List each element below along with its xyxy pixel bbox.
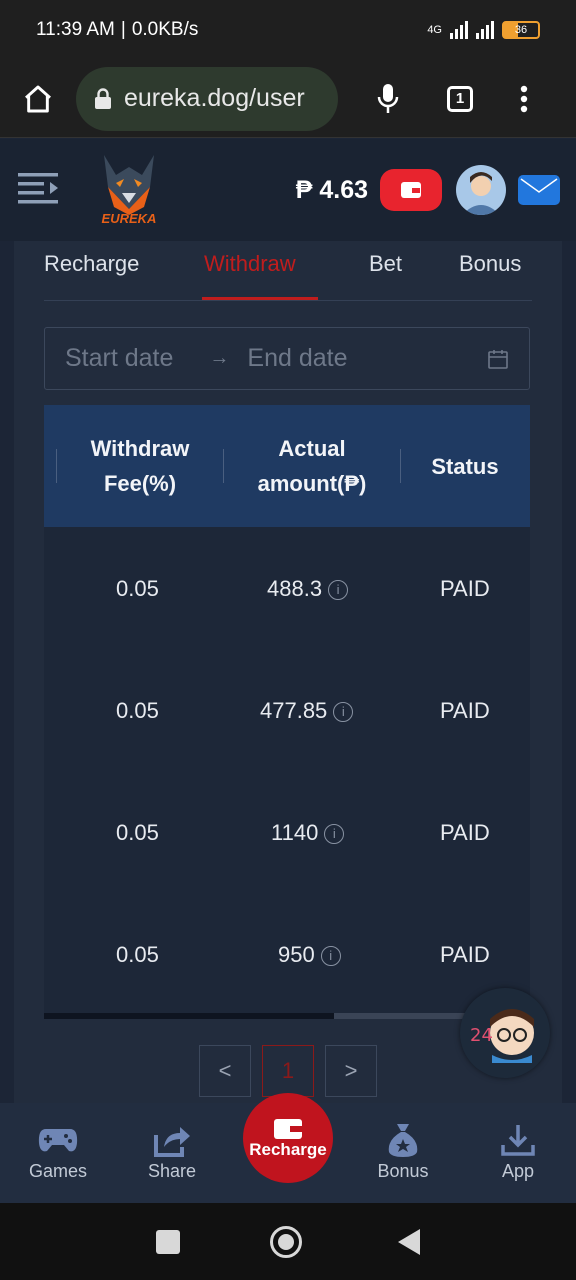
brand-logo[interactable]: EUREKA — [94, 147, 164, 233]
status-time: 11:39 AM — [36, 19, 115, 40]
scrollbar-thumb[interactable] — [44, 1013, 334, 1019]
header-actual-amount: Actual amount(₱) — [257, 436, 367, 496]
end-date-input[interactable]: End date — [247, 344, 347, 373]
cell-status: PAID — [440, 942, 490, 967]
info-icon[interactable]: i — [320, 946, 341, 966]
menu-icon[interactable] — [16, 170, 64, 210]
date-range-picker[interactable]: Start date → End date — [44, 327, 530, 390]
table-row: 0.05 1140 i PAID — [44, 771, 530, 893]
home-icon[interactable] — [18, 79, 58, 119]
start-date-input[interactable]: Start date — [65, 344, 173, 373]
wallet-button[interactable] — [380, 169, 442, 211]
home-button[interactable] — [270, 1225, 302, 1258]
download-icon — [501, 1125, 535, 1156]
user-avatar[interactable] — [456, 165, 506, 215]
nav-bonus[interactable]: Bonus — [353, 1121, 453, 1182]
tab-switcher-button[interactable]: 1 — [440, 79, 480, 119]
signal-icon-2 — [476, 21, 494, 39]
table-row: 0.05 488.3 i PAID — [44, 527, 530, 649]
nav-bonus-label: Bonus — [377, 1161, 429, 1181]
signal-icon — [450, 21, 468, 39]
url-bar[interactable]: eureka.dog/user — [76, 66, 338, 131]
tab-recharge[interactable]: Recharge — [44, 251, 139, 277]
url-text: eureka.dog/user — [124, 84, 305, 112]
cell-amount: 1140 — [271, 820, 319, 845]
nav-games[interactable]: Games — [8, 1121, 108, 1182]
nav-share[interactable]: Share — [122, 1121, 222, 1182]
back-button[interactable] — [398, 1228, 420, 1255]
prev-page-button[interactable]: < — [199, 1045, 251, 1097]
svg-text:24: 24 — [470, 1025, 493, 1046]
next-page-button[interactable]: > — [325, 1045, 377, 1097]
arrow-right-icon: → — [209, 347, 230, 369]
cell-status: PAID — [440, 576, 490, 601]
support-avatar-icon: 24 — [470, 1009, 534, 1063]
tab-bonus[interactable]: Bonus — [459, 251, 521, 277]
nav-recharge[interactable]: Recharge — [243, 1093, 333, 1183]
lock-icon — [95, 87, 111, 109]
phone-status-bar: 11:39 AM | 0.0KB/s 4G 36 — [0, 0, 576, 60]
tab-withdraw[interactable]: Withdraw — [204, 251, 296, 277]
cell-amount: 477.85 — [260, 698, 328, 723]
withdraw-table-body: 0.05 488.3 i PAID 0.05 477.85 i PAID 0.05 … — [44, 527, 530, 1013]
cell-amount: 950 — [278, 942, 315, 967]
nav-recharge-label: Recharge — [249, 1140, 327, 1159]
network-label: 4G — [427, 24, 442, 36]
info-icon[interactable]: i — [328, 580, 349, 600]
nav-share-label: Share — [147, 1161, 197, 1181]
app-header: EUREKA ₱ 4.63 — [0, 139, 576, 241]
system-navigation-bar — [0, 1203, 576, 1280]
more-menu-icon[interactable] — [504, 79, 544, 119]
status-speed: 0.0KB/s — [131, 19, 199, 40]
battery-icon: 36 — [502, 21, 540, 39]
table-row: 0.05 950 i PAID — [44, 893, 530, 1015]
info-icon[interactable]: i — [324, 824, 345, 844]
bottom-navigation: Games Share Recharge Bonus App — [0, 1093, 576, 1203]
logo-text: EUREKA — [101, 211, 157, 226]
table-header: Withdraw Fee(%) Actual amount(₱) Status — [44, 405, 530, 527]
cell-amount: 488.3 — [267, 576, 323, 601]
table-horizontal-scrollbar[interactable] — [44, 1013, 530, 1019]
cell-fee: 0.05 — [116, 942, 159, 967]
wallet-icon — [401, 182, 421, 198]
share-icon — [154, 1127, 190, 1157]
gamepad-icon — [38, 1129, 78, 1152]
browser-toolbar: eureka.dog/user 1 — [0, 60, 576, 138]
header-status: Status — [431, 453, 499, 479]
microphone-icon[interactable] — [368, 79, 408, 119]
mail-icon[interactable] — [518, 175, 560, 205]
nav-games-label: Games — [28, 1161, 88, 1181]
support-chat-button[interactable]: 24 — [460, 988, 550, 1078]
header-withdraw-fee: Withdraw Fee(%) — [90, 436, 190, 496]
cell-fee: 0.05 — [116, 820, 159, 845]
table-row: 0.05 477.85 i PAID — [44, 649, 530, 771]
transaction-history-panel: Recharge Withdraw Bet Bonus Start date →… — [14, 241, 562, 1103]
status-divider: | — [120, 19, 126, 40]
tab-bet[interactable]: Bet — [369, 251, 402, 277]
wallet-icon — [274, 1119, 302, 1139]
calendar-icon[interactable] — [487, 348, 509, 370]
page-number-button[interactable]: 1 — [262, 1045, 314, 1097]
nav-app-label: App — [501, 1161, 535, 1181]
battery-level: 36 — [514, 24, 528, 36]
recents-button[interactable] — [156, 1229, 180, 1254]
cell-fee: 0.05 — [116, 576, 159, 601]
nav-app[interactable]: App — [468, 1121, 568, 1182]
cell-status: PAID — [440, 698, 490, 723]
cell-fee: 0.05 — [116, 698, 159, 723]
tab-count: 1 — [447, 85, 473, 112]
cell-status: PAID — [440, 820, 490, 845]
money-bag-icon — [388, 1124, 418, 1157]
info-icon[interactable]: i — [333, 702, 354, 722]
history-tabs: Recharge Withdraw Bet Bonus — [44, 241, 532, 301]
balance-amount: ₱ 4.63 — [295, 175, 368, 204]
active-tab-indicator — [202, 297, 318, 300]
